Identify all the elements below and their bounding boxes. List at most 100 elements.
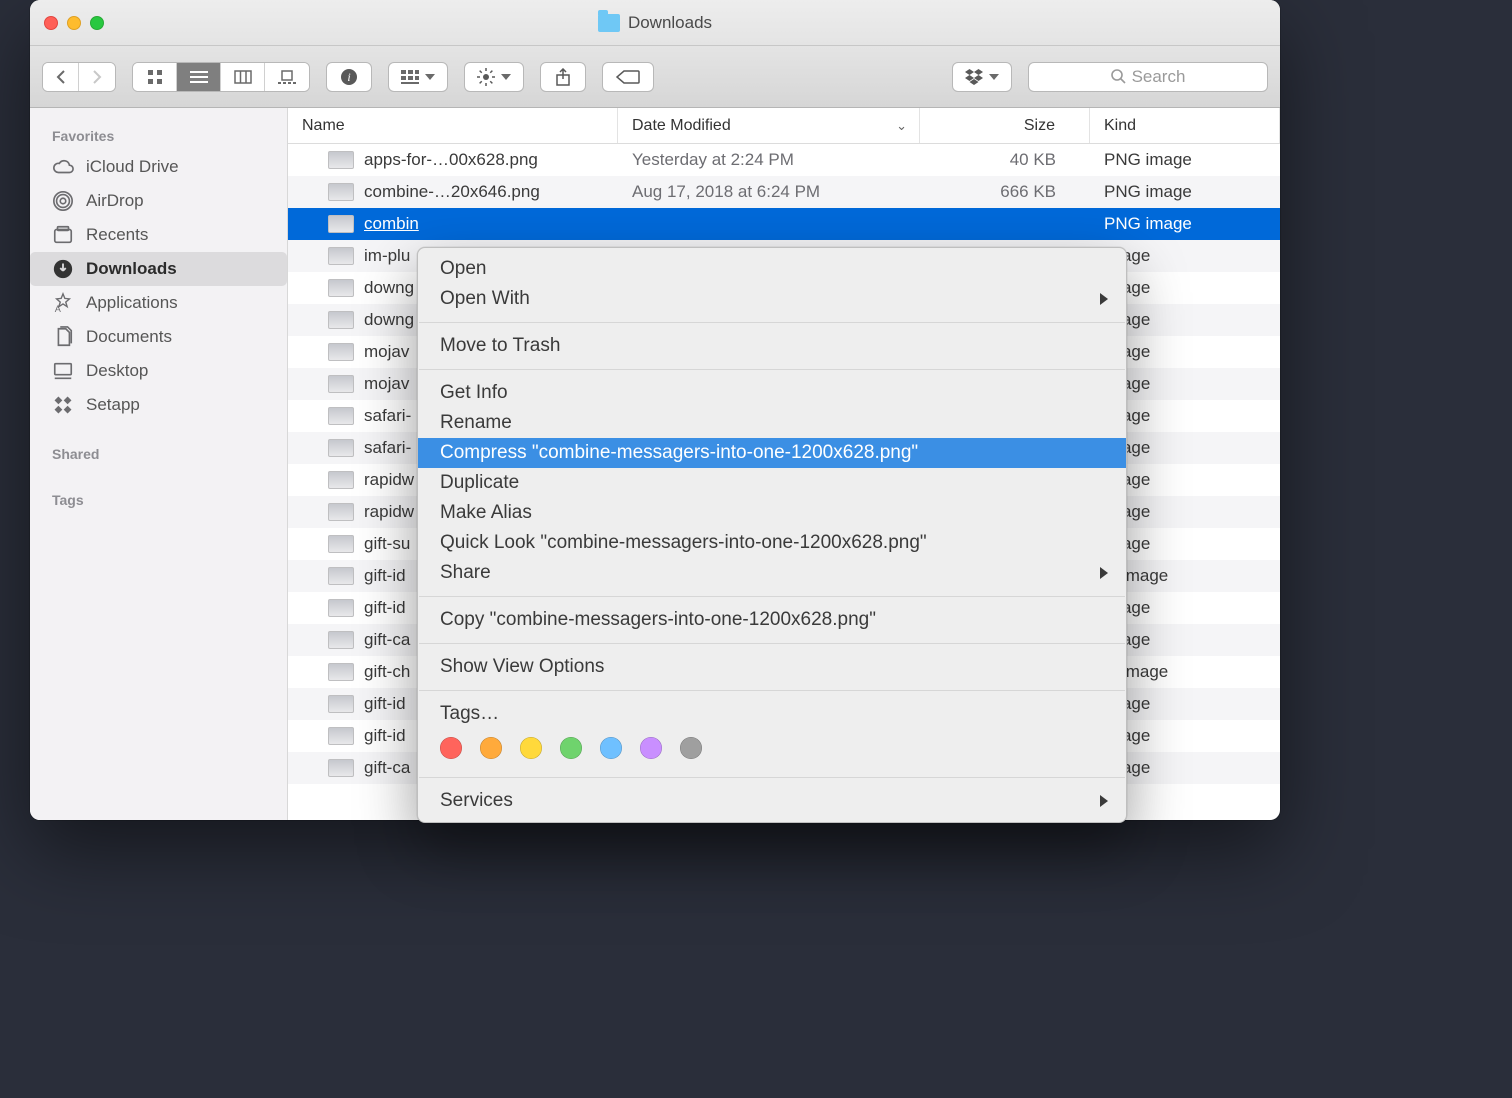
menu-separator xyxy=(419,369,1125,370)
downloads-icon xyxy=(52,258,74,280)
minimize-button[interactable] xyxy=(67,16,81,30)
recents-icon xyxy=(52,224,74,246)
menu-view-options[interactable]: Show View Options xyxy=(418,652,1126,682)
sidebar-item-applications[interactable]: A Applications xyxy=(30,286,287,320)
sidebar-item-icloud[interactable]: iCloud Drive xyxy=(30,150,287,184)
menu-open[interactable]: Open xyxy=(418,254,1126,284)
forward-button[interactable] xyxy=(79,63,115,91)
menu-separator xyxy=(419,690,1125,691)
column-date[interactable]: Date Modified⌄ xyxy=(618,108,920,143)
search-placeholder: Search xyxy=(1132,67,1186,87)
sidebar-item-documents[interactable]: Documents xyxy=(30,320,287,354)
tag-gray[interactable] xyxy=(680,737,702,759)
file-date: Aug 17, 2018 at 6:24 PM xyxy=(618,182,920,202)
sidebar: Favorites iCloud Drive AirDrop Recents D… xyxy=(30,108,288,820)
file-name: combine-…20x646.png xyxy=(364,182,540,202)
column-kind[interactable]: Kind xyxy=(1090,108,1280,143)
sidebar-item-desktop[interactable]: Desktop xyxy=(30,354,287,388)
menu-separator xyxy=(419,777,1125,778)
back-button[interactable] xyxy=(43,63,79,91)
menu-copy[interactable]: Copy "combine-messagers-into-one-1200x62… xyxy=(418,605,1126,635)
menu-open-with[interactable]: Open With xyxy=(418,284,1126,314)
file-name: rapidw xyxy=(364,502,414,522)
file-size: 666 KB xyxy=(920,182,1090,202)
action-button[interactable] xyxy=(464,62,524,92)
file-name: im-plu xyxy=(364,246,410,266)
column-size[interactable]: Size xyxy=(920,108,1090,143)
gallery-view-button[interactable] xyxy=(265,63,309,91)
dropbox-button[interactable] xyxy=(952,62,1012,92)
sidebar-heading-favorites: Favorites xyxy=(30,122,287,150)
submenu-arrow-icon xyxy=(1100,293,1108,305)
search-field[interactable]: Search xyxy=(1028,62,1268,92)
file-thumbnail-icon xyxy=(328,407,354,425)
tag-blue[interactable] xyxy=(600,737,622,759)
file-thumbnail-icon xyxy=(328,631,354,649)
file-row[interactable]: apps-for-…00x628.png Yesterday at 2:24 PM… xyxy=(288,144,1280,176)
file-row[interactable]: combine-…20x646.png Aug 17, 2018 at 6:24 … xyxy=(288,176,1280,208)
menu-rename[interactable]: Rename xyxy=(418,408,1126,438)
menu-get-info[interactable]: Get Info xyxy=(418,378,1126,408)
list-view-button[interactable] xyxy=(177,63,221,91)
titlebar: Downloads xyxy=(30,0,1280,46)
file-thumbnail-icon xyxy=(328,311,354,329)
file-name: gift-id xyxy=(364,566,406,586)
file-thumbnail-icon xyxy=(328,695,354,713)
tag-orange[interactable] xyxy=(480,737,502,759)
file-kind: PNG image xyxy=(1090,214,1280,234)
share-button[interactable] xyxy=(540,62,586,92)
group-button[interactable] xyxy=(388,62,448,92)
menu-move-to-trash[interactable]: Move to Trash xyxy=(418,331,1126,361)
menu-separator xyxy=(419,322,1125,323)
nav-buttons xyxy=(42,62,116,92)
menu-duplicate[interactable]: Duplicate xyxy=(418,468,1126,498)
column-name[interactable]: Name xyxy=(288,108,618,143)
chevron-down-icon xyxy=(425,74,435,80)
folder-icon xyxy=(598,14,620,32)
close-button[interactable] xyxy=(44,16,58,30)
menu-quick-look[interactable]: Quick Look "combine-messagers-into-one-1… xyxy=(418,528,1126,558)
menu-services[interactable]: Services xyxy=(418,786,1126,816)
menu-share[interactable]: Share xyxy=(418,558,1126,588)
icon-view-button[interactable] xyxy=(133,63,177,91)
file-thumbnail-icon xyxy=(328,663,354,681)
sidebar-item-setapp[interactable]: Setapp xyxy=(30,388,287,422)
file-thumbnail-icon xyxy=(328,535,354,553)
file-thumbnail-icon xyxy=(328,183,354,201)
file-name: gift-id xyxy=(364,726,406,746)
sort-indicator-icon: ⌄ xyxy=(896,118,907,134)
file-date: Yesterday at 2:24 PM xyxy=(618,150,920,170)
airdrop-icon xyxy=(52,190,74,212)
column-view-button[interactable] xyxy=(221,63,265,91)
file-name: safari- xyxy=(364,438,411,458)
file-name: apps-for-…00x628.png xyxy=(364,150,538,170)
file-row[interactable]: combinPNG image xyxy=(288,208,1280,240)
sidebar-item-downloads[interactable]: Downloads xyxy=(30,252,287,286)
tag-red[interactable] xyxy=(440,737,462,759)
menu-make-alias[interactable]: Make Alias xyxy=(418,498,1126,528)
sidebar-item-recents[interactable]: Recents xyxy=(30,218,287,252)
tag-yellow[interactable] xyxy=(520,737,542,759)
zoom-button[interactable] xyxy=(90,16,104,30)
sidebar-item-label: Desktop xyxy=(86,361,148,381)
file-name: gift-id xyxy=(364,598,406,618)
submenu-arrow-icon xyxy=(1100,795,1108,807)
file-kind: PNG image xyxy=(1090,182,1280,202)
tag-purple[interactable] xyxy=(640,737,662,759)
submenu-arrow-icon xyxy=(1100,567,1108,579)
tags-button[interactable] xyxy=(602,62,654,92)
svg-text:A: A xyxy=(55,304,62,314)
file-thumbnail-icon xyxy=(328,375,354,393)
sidebar-item-label: Documents xyxy=(86,327,172,347)
file-thumbnail-icon xyxy=(328,151,354,169)
traffic-lights xyxy=(44,16,104,30)
info-button[interactable]: i xyxy=(326,62,372,92)
menu-tags[interactable]: Tags… xyxy=(418,699,1126,729)
file-thumbnail-icon xyxy=(328,279,354,297)
file-thumbnail-icon xyxy=(328,567,354,585)
tag-green[interactable] xyxy=(560,737,582,759)
desktop-icon xyxy=(52,360,74,382)
sidebar-item-airdrop[interactable]: AirDrop xyxy=(30,184,287,218)
toolbar: i Search xyxy=(30,46,1280,108)
menu-compress[interactable]: Compress "combine-messagers-into-one-120… xyxy=(418,438,1126,468)
